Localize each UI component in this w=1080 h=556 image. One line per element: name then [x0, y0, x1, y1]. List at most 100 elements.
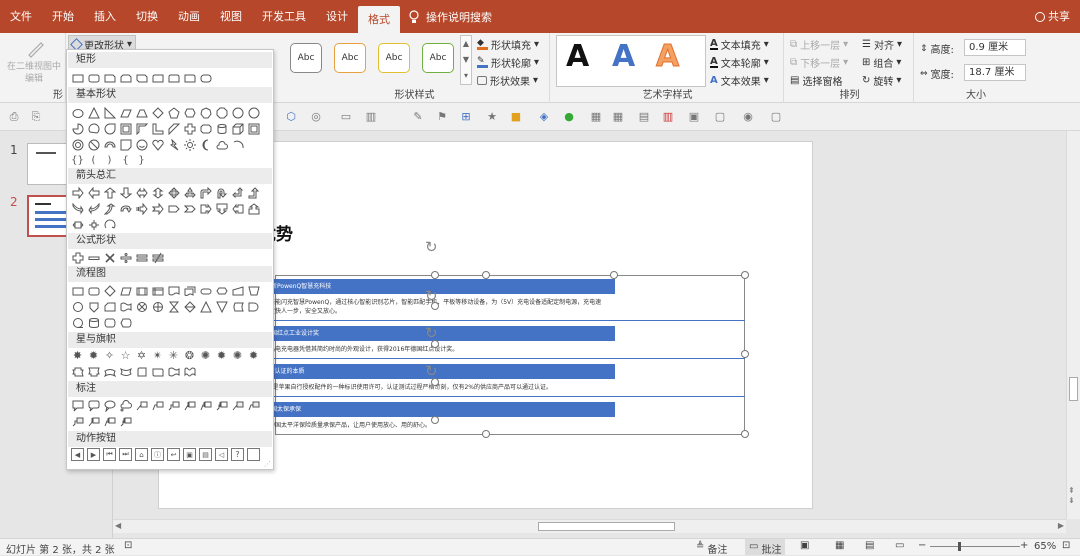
flowchart-process-icon[interactable] [71, 284, 84, 297]
zoom-out-icon[interactable]: − [918, 540, 926, 551]
star-8-icon[interactable]: ✳ [167, 349, 180, 362]
explosion-icon[interactable]: ✸ [71, 349, 84, 362]
shape-style-1[interactable]: Abc [290, 43, 322, 73]
moon-icon[interactable] [199, 138, 212, 151]
flowchart-manual-input-icon[interactable] [231, 284, 244, 297]
notched-right-arrow-icon[interactable] [151, 202, 164, 215]
rotate-handle-icon[interactable]: ↻ [425, 287, 438, 305]
no-symbol-icon[interactable] [87, 138, 100, 151]
can-icon[interactable] [215, 122, 228, 135]
rounded-rectangle-icon[interactable] [87, 71, 100, 84]
left-right-arrow-callout-icon[interactable] [71, 218, 84, 231]
toolbar-icon[interactable]: ▤ [638, 111, 650, 123]
plus-icon[interactable] [71, 251, 84, 264]
pentagon-arrow-icon[interactable] [167, 202, 180, 215]
left-brace-icon[interactable]: { [119, 154, 132, 167]
line-callout-icon[interactable] [103, 415, 116, 428]
arc-icon[interactable] [231, 138, 244, 151]
right-bracket-icon[interactable]: ) [103, 154, 116, 167]
curved-right-arrow-icon[interactable] [71, 202, 84, 215]
plaque-icon[interactable] [199, 122, 212, 135]
item-heading-1[interactable]: 新PowenQ智慧充科技 [267, 279, 615, 294]
line-callout-icon[interactable] [183, 399, 196, 412]
page-nav-icon[interactable]: ⇞ ⇟ [1068, 486, 1075, 506]
zoom-in-icon[interactable]: + [1020, 540, 1028, 551]
flowchart-summing-junction-icon[interactable] [135, 300, 148, 313]
toolbar-icon[interactable]: ▢ [770, 111, 782, 123]
explosion-icon[interactable]: ✹ [87, 349, 100, 362]
toolbar-icon[interactable]: ⎘ [30, 111, 42, 123]
curved-ribbon-icon[interactable] [103, 365, 116, 378]
zoom-slider[interactable] [930, 546, 1020, 547]
toolbar-icon[interactable]: ▢ [714, 111, 726, 123]
flowchart-data-icon[interactable] [119, 284, 132, 297]
divide-icon[interactable] [119, 251, 132, 264]
toolbar-icon[interactable]: ★ [486, 111, 498, 123]
toolbar-icon[interactable]: ✎ [412, 111, 424, 123]
toolbar-icon[interactable]: ⎙ [8, 111, 20, 123]
tab-home[interactable]: 开始 [42, 0, 84, 33]
tab-file[interactable]: 文件 [0, 0, 42, 33]
width-input[interactable]: 18.7 厘米 [964, 64, 1026, 81]
ribbon-up-icon[interactable] [71, 365, 84, 378]
double-bracket-icon[interactable]: {} [71, 154, 84, 167]
vertical-scroll-icon[interactable] [135, 365, 148, 378]
scroll-left-icon[interactable]: ◀ [115, 521, 121, 530]
left-up-arrow-icon[interactable] [231, 186, 244, 199]
flowchart-connector-icon[interactable] [71, 300, 84, 313]
flowchart-display-icon[interactable] [119, 316, 132, 329]
resize-handle[interactable] [741, 271, 749, 279]
toolbar-icon[interactable]: ⬡ [285, 111, 297, 123]
zoom-slider-thumb[interactable] [958, 542, 961, 551]
line-callout-icon[interactable] [135, 399, 148, 412]
scroll-thumb[interactable] [1069, 377, 1078, 401]
flowchart-offpage-connector-icon[interactable] [87, 300, 100, 313]
flowchart-extract-icon[interactable] [199, 300, 212, 313]
action-return-icon[interactable]: ↩ [167, 448, 180, 461]
toolbar-icon[interactable]: ▦ [590, 111, 602, 123]
right-brace-icon[interactable]: } [135, 154, 148, 167]
teardrop-icon[interactable] [103, 122, 116, 135]
toolbar-icon[interactable]: ● [563, 111, 575, 123]
flowchart-direct-access-icon[interactable] [103, 316, 116, 329]
down-arrow-icon[interactable] [119, 186, 132, 199]
toolbar-icon[interactable]: ◉ [742, 111, 754, 123]
flowchart-manual-operation-icon[interactable] [247, 284, 260, 297]
diamond-icon[interactable] [151, 106, 164, 119]
text-fill-button[interactable]: A 文本填充 ▾ [710, 37, 769, 52]
up-arrow-icon[interactable] [103, 186, 116, 199]
dodecagon-icon[interactable] [247, 106, 260, 119]
round-rectangle-icon[interactable] [183, 71, 196, 84]
scroll-right-icon[interactable]: ▶ [1058, 521, 1064, 530]
toolbar-icon[interactable]: ◈ [538, 111, 550, 123]
toolbar-icon[interactable]: ▭ [340, 111, 352, 123]
hexagon-icon[interactable] [183, 106, 196, 119]
shape-style-2[interactable]: Abc [334, 43, 366, 73]
down-arrow-callout-icon[interactable] [215, 202, 228, 215]
action-document-icon[interactable]: ▤ [199, 448, 212, 461]
diagonal-stripe-icon[interactable] [167, 122, 180, 135]
block-arc-icon[interactable] [103, 138, 116, 151]
equal-icon[interactable] [135, 251, 148, 264]
half-frame-icon[interactable] [135, 122, 148, 135]
curved-ribbon-icon[interactable] [119, 365, 132, 378]
send-backward-button[interactable]: ⧉ 下移一层 ▾ [790, 55, 848, 70]
resize-grip-icon[interactable]: ⋰ [264, 460, 271, 468]
rect-callout-icon[interactable] [71, 399, 84, 412]
flowchart-multidocument-icon[interactable] [183, 284, 196, 297]
star-5-icon[interactable]: ☆ [119, 349, 132, 362]
shape-style-3[interactable]: Abc [378, 43, 410, 73]
action-beginning-icon[interactable]: ⏮ [103, 448, 116, 461]
toolbar-icon[interactable]: ◎ [310, 111, 322, 123]
flowchart-merge-icon[interactable] [215, 300, 228, 313]
pie-icon[interactable] [71, 122, 84, 135]
horizontal-scroll-icon[interactable] [151, 365, 164, 378]
action-help-icon[interactable]: ? [231, 448, 244, 461]
resize-handle[interactable] [482, 430, 490, 438]
rotate-handle-icon[interactable]: ↻ [425, 362, 438, 380]
toolbar-icon[interactable]: ⚑ [436, 111, 448, 123]
round-rectangle-icon[interactable] [151, 71, 164, 84]
toolbar-icon[interactable]: ▥ [662, 111, 674, 123]
resize-handle[interactable] [741, 430, 749, 438]
shape-fill-button[interactable]: ◆ 形状填充 ▾ [477, 37, 539, 52]
